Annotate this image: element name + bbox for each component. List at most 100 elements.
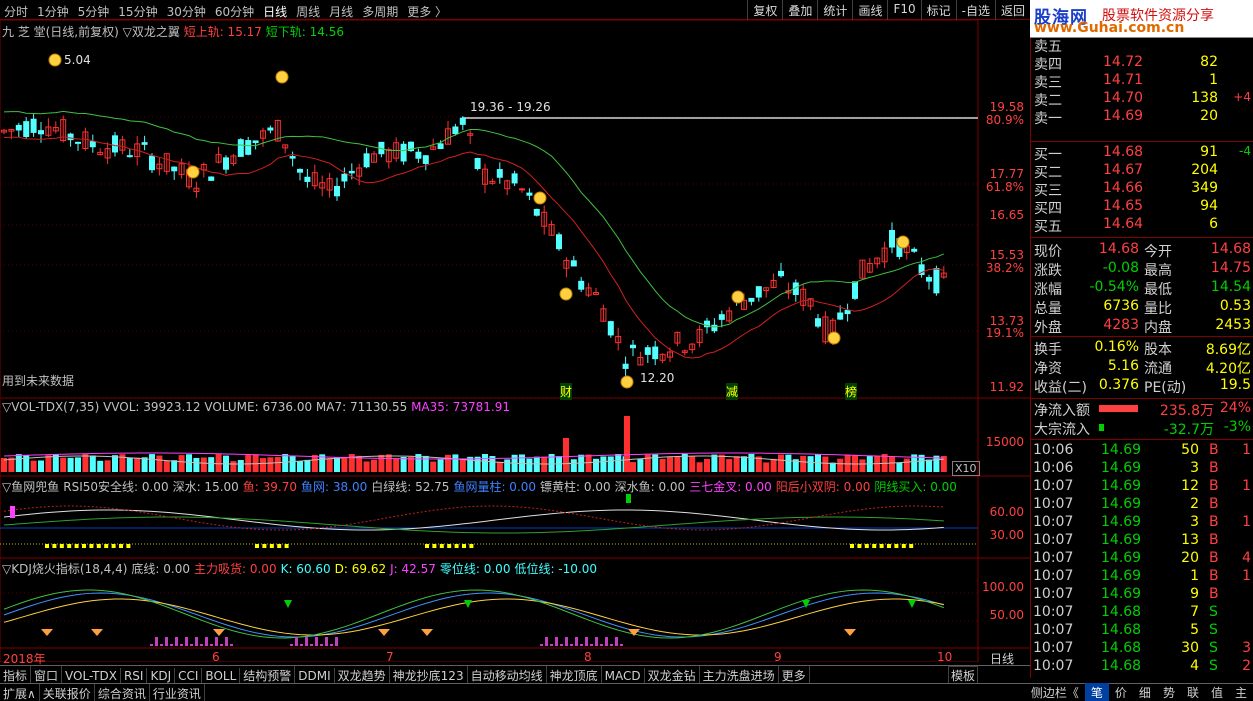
toolbar-button[interactable]: 叠加 [782, 0, 817, 20]
indicator-tab[interactable]: 主力洗盘进场 [700, 666, 779, 683]
status-tab[interactable]: 行业资讯 [150, 684, 205, 701]
event-label[interactable]: 榜 [845, 383, 858, 400]
fund-flow-row[interactable]: 净流入额 235.8万 24% [1031, 400, 1253, 419]
tick-row[interactable]: 10:07 14.69 13 B [1031, 532, 1253, 550]
stat-row[interactable]: 净资 5.16 流通 4.20亿 [1031, 358, 1253, 377]
ask-price: 14.70 [1103, 90, 1144, 106]
bid-row[interactable]: 买二 14.67 204 [1031, 162, 1253, 181]
stat-row[interactable]: 换手 0.16% 股本 8.69亿 [1031, 339, 1253, 358]
period-tab[interactable]: 60分钟 [215, 5, 254, 19]
ask-row[interactable]: 卖二 14.70 138 +4 [1031, 90, 1253, 109]
tick-row[interactable]: 10:07 14.69 12 B 1 [1031, 478, 1253, 496]
indicator-tab[interactable]: 指标 [0, 666, 32, 683]
vol-indicator-name[interactable]: ▽VOL-TDX(7,35) [2, 400, 99, 414]
stat-row[interactable]: 总量 6736 量比 0.53 [1031, 298, 1253, 317]
indicator-name[interactable]: ▽KDJ烧火指标(18,4,4) [2, 562, 127, 576]
period-tab[interactable]: 分时 [4, 5, 28, 19]
indicator-name[interactable]: ▽鱼网兜鱼 [2, 480, 59, 494]
toolbar-button[interactable]: 复权 [747, 0, 782, 20]
event-label[interactable]: 财 [560, 383, 573, 400]
status-tab[interactable]: 综合资讯 [95, 684, 150, 701]
volume-bar [38, 460, 44, 472]
side-tab[interactable]: 细 [1133, 683, 1157, 701]
tick-row[interactable]: 10:06 14.69 3 B [1031, 460, 1253, 478]
side-tab[interactable]: 侧边栏《 [1025, 683, 1085, 701]
tick-row[interactable]: 10:07 14.68 5 S [1031, 622, 1253, 640]
indicator-tab[interactable]: MACD [602, 668, 645, 683]
period-tab[interactable]: 更多 〉 [407, 5, 447, 19]
volume-bar [341, 456, 348, 472]
bid-row[interactable]: 买一 14.68 91 -4 [1031, 144, 1253, 163]
tick-row[interactable]: 10:07 14.69 20 B 4 [1031, 550, 1253, 568]
indicator-tab[interactable]: CCI [175, 668, 203, 683]
toolbar-button[interactable]: 统计 [817, 0, 852, 20]
indicator-tab[interactable]: 神龙顶底 [547, 666, 602, 683]
period-tab[interactable]: 15分钟 [118, 5, 157, 19]
toolbar-button[interactable]: -自选 [955, 0, 995, 20]
toolbar-button[interactable]: 画线 [852, 0, 887, 20]
side-tab[interactable]: 联 [1181, 683, 1205, 701]
bid-row[interactable]: 买四 14.65 94 [1031, 198, 1253, 217]
tick-time: 10:07 [1033, 640, 1074, 656]
bid-row[interactable]: 买三 14.66 349 [1031, 180, 1253, 199]
indicator-tab[interactable]: RSI [121, 668, 148, 683]
status-tab[interactable]: 关联报价 [40, 684, 95, 701]
tick-row[interactable]: 10:07 14.69 9 B [1031, 586, 1253, 604]
period-tab[interactable]: 多周期 [362, 5, 398, 19]
tick-row[interactable]: 10:06 14.69 50 B 1 [1031, 442, 1253, 460]
kdj-volume-bar [160, 644, 163, 646]
period-tab[interactable]: 5分钟 [78, 5, 110, 19]
ask-row[interactable]: 卖三 14.71 1 [1031, 72, 1253, 91]
indicator-tab[interactable]: 双龙金钻 [645, 666, 700, 683]
side-tab[interactable]: 势 [1157, 683, 1181, 701]
period-tab[interactable]: 30分钟 [167, 5, 206, 19]
event-label[interactable]: 减 [726, 383, 739, 400]
tick-row[interactable]: 10:07 14.68 30 S 3 [1031, 640, 1253, 658]
period-tab[interactable]: 1分钟 [37, 5, 69, 19]
indicator-tab[interactable]: 双龙趋势 [335, 666, 390, 683]
side-tab[interactable]: 笔 [1084, 683, 1109, 701]
indicator-tab[interactable]: 窗口 [31, 666, 63, 683]
ask-row[interactable]: 卖一 14.69 20 [1031, 108, 1253, 127]
kdj-volume-bar [200, 644, 203, 646]
status-tab[interactable]: 扩展∧ [0, 684, 40, 701]
candle-body [526, 192, 533, 196]
indicator-tab[interactable]: 神龙抄底123 [390, 666, 468, 683]
stat-row[interactable]: 外盘 4283 内盘 2453 [1031, 317, 1253, 336]
bid-row[interactable]: 买五 14.64 6 [1031, 216, 1253, 235]
indicator-tab[interactable]: 自动移动均线 [468, 666, 547, 683]
tick-price: 14.69 [1101, 586, 1142, 602]
tick-row[interactable]: 10:07 14.68 4 S 2 [1031, 658, 1253, 676]
indicator-tab[interactable]: 结构预警 [240, 666, 296, 683]
indicator-tab[interactable]: DDMI [295, 668, 335, 683]
ask-row[interactable]: 卖四 14.72 82 [1031, 54, 1253, 73]
tick-row[interactable]: 10:07 14.69 1 B 1 [1031, 568, 1253, 586]
stat-row[interactable]: 收益(二) 0.376 PE(动) 19.5 [1031, 377, 1253, 396]
tick-row[interactable]: 10:07 14.69 3 B 1 [1031, 514, 1253, 532]
side-tab[interactable]: 值 [1205, 683, 1229, 701]
fund-flow-row[interactable]: 大宗流入 -32.7万 -3% [1031, 419, 1253, 438]
volume-bar [200, 457, 207, 472]
period-tab[interactable]: 日线 [263, 5, 287, 19]
stock-title[interactable]: 九 芝 堂(日线,前复权) [2, 25, 119, 39]
indicator-tab[interactable]: KDJ [147, 668, 176, 683]
indicator-tab[interactable]: BOLL [202, 668, 241, 683]
tick-row[interactable]: 10:07 14.68 7 S [1031, 604, 1253, 622]
indicator-tab[interactable]: VOL-TDX [62, 668, 121, 683]
side-tab[interactable]: 主 [1229, 683, 1253, 701]
stat-row[interactable]: 涨跌 -0.08 最高 14.75 [1031, 260, 1253, 279]
side-tab[interactable]: 价 [1109, 683, 1133, 701]
toolbar-button[interactable]: 标记 [920, 0, 956, 20]
period-tab[interactable]: 周线 [296, 5, 320, 19]
kline-chart-area[interactable]: 九 芝 堂(日线,前复权) ▽双龙之翼 短上轨: 15.17 短下轨: 14.5… [0, 20, 1030, 666]
toolbar-button[interactable]: F10 [887, 0, 920, 20]
toolbar-button[interactable]: 返回 [994, 0, 1030, 20]
indicator-title[interactable]: ▽双龙之翼 [123, 25, 180, 39]
stat-row[interactable]: 涨幅 -0.54% 最低 14.54 [1031, 279, 1253, 298]
indicator-tab[interactable]: 更多 [779, 666, 810, 683]
tick-row[interactable]: 10:07 14.69 2 B [1031, 496, 1253, 514]
stat-row[interactable]: 现价 14.68 今开 14.68 [1031, 241, 1253, 260]
period-tab[interactable]: 月线 [329, 5, 353, 19]
ask-row[interactable]: 卖五 [1031, 36, 1253, 55]
volume-bar [630, 462, 636, 472]
